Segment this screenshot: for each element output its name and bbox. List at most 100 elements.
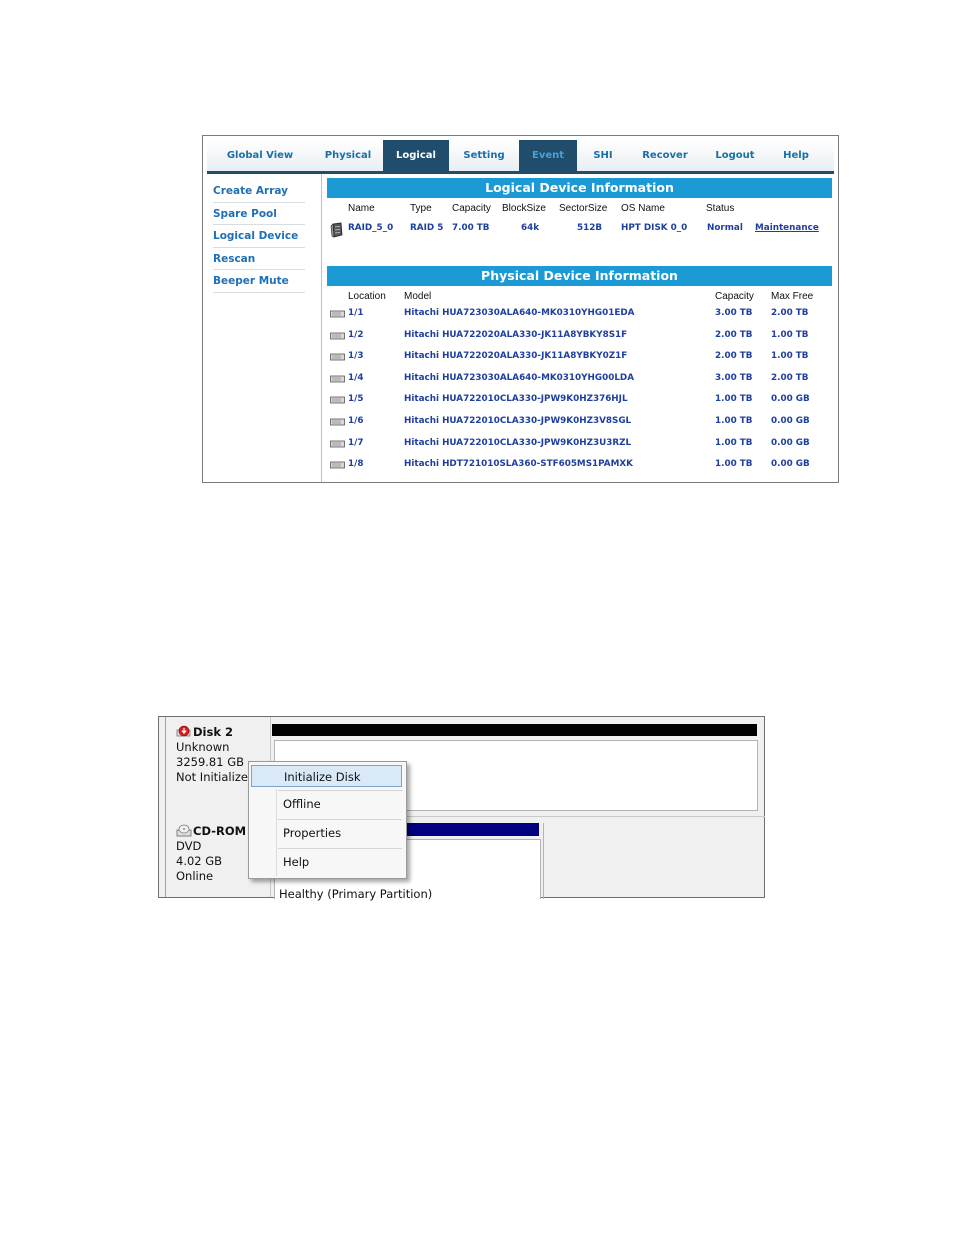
tab-global-view[interactable]: Global View [207, 140, 313, 171]
disk-management-screenshot: Disk 2 Unknown 3259.81 GB Not Initialize… [158, 716, 765, 901]
hard-disk-icon [330, 396, 345, 404]
col-status: Status [706, 203, 735, 214]
logical-capacity: 7.00 TB [452, 223, 490, 233]
pd-max-free: 1.00 TB [771, 329, 809, 340]
pd-max-free: 0.00 GB [771, 416, 810, 426]
pd-capacity: 3.00 TB [715, 308, 753, 318]
pd-capacity: 3.00 TB [715, 372, 753, 383]
col-type: Type [410, 203, 432, 214]
col-model: Model [404, 291, 432, 302]
pd-max-free: 0.00 GB [771, 394, 810, 405]
hard-disk-icon [330, 418, 345, 426]
pd-max-free: 2.00 TB [771, 372, 809, 383]
col-max-free: Max Free [771, 291, 814, 302]
col-pd-capacity: Capacity [715, 291, 754, 302]
menu-item-initialize-disk[interactable]: Initialize Disk [251, 765, 402, 787]
pd-location: 1/3 [348, 351, 364, 362]
context-menu: Initialize Disk Offline Properties Help [248, 761, 407, 879]
sidebar-item-create-array[interactable]: Create Array [213, 180, 305, 203]
pd-max-free: 2.00 TB [771, 308, 809, 318]
pd-model: Hitachi HUA722020ALA330-JK11A8YBKY8S1F [404, 329, 628, 340]
pd-capacity: 2.00 TB [715, 329, 753, 340]
col-os-name: OS Name [621, 203, 665, 214]
tab-recover[interactable]: Recover [629, 140, 701, 171]
sidebar-item-spare-pool[interactable]: Spare Pool [213, 203, 305, 225]
tab-setting[interactable]: Setting [449, 140, 519, 171]
pd-model: Hitachi HUA723030ALA640-MK0310YHG00LDA [404, 372, 635, 383]
disk2-type: Unknown [176, 740, 230, 754]
logical-os-name: HPT DISK 0_0 [621, 223, 688, 233]
col-location: Location [348, 291, 386, 302]
hard-disk-icon [330, 353, 345, 361]
logical-status: Normal [707, 223, 743, 233]
table-row[interactable]: 1/3 Hitachi HUA722020ALA330-JK11A8YBKY0Z1… [203, 351, 840, 373]
sidebar-item-rescan[interactable]: Rescan [213, 248, 305, 270]
pd-max-free: 0.00 GB [771, 437, 810, 448]
menu-divider [278, 819, 402, 820]
pd-location: 1/6 [348, 416, 364, 426]
logical-type: RAID 5 [410, 223, 444, 233]
pd-model: Hitachi HUA722020ALA330-JK11A8YBKY0Z1F [404, 351, 628, 362]
pd-model: Hitachi HUA723030ALA640-MK0310YHG01EDA [404, 308, 635, 318]
raid-manager-screenshot: Global View Physical Logical Setting Eve… [202, 135, 839, 483]
sidebar-item-beeper-mute[interactable]: Beeper Mute [213, 270, 305, 293]
table-row[interactable]: 1/2 Hitachi HUA722020ALA330-JK11A8YBKY8S1… [203, 330, 840, 352]
raid-array-icon [330, 222, 343, 238]
pd-location: 1/1 [348, 308, 364, 318]
pd-capacity: 1.00 TB [715, 416, 753, 426]
menu-item-properties[interactable]: Properties [251, 822, 402, 844]
maintenance-link[interactable]: Maintenance [755, 223, 819, 233]
menu-divider [278, 848, 402, 849]
tab-logical[interactable]: Logical [383, 140, 449, 171]
pd-model: Hitachi HUA722010CLA330-JPW9K0HZ3U3RZL [404, 437, 632, 448]
disk2-unallocated-bar [272, 724, 757, 736]
logical-device-header: Logical Device Information [327, 178, 832, 198]
table-row[interactable]: 1/7 Hitachi HUA722010CLA330-JPW9K0HZ3U3RZ… [203, 438, 840, 460]
hard-disk-icon [330, 332, 345, 339]
physical-device-header: Physical Device Information [327, 266, 832, 286]
col-blocksize: BlockSize [502, 203, 546, 214]
col-name: Name [348, 203, 375, 214]
table-row[interactable]: 1/8 Hitachi HDT721010SLA360-STF605MS1PAMX… [203, 459, 840, 481]
volume-status-text: Healthy (Primary Partition) [279, 887, 433, 901]
menu-divider [278, 790, 402, 791]
pd-location: 1/8 [348, 459, 364, 470]
hard-disk-icon [330, 310, 345, 318]
tab-help[interactable]: Help [769, 140, 823, 171]
tab-physical[interactable]: Physical [313, 140, 383, 171]
hard-disk-icon [330, 375, 345, 383]
pd-max-free: 1.00 TB [771, 351, 809, 362]
hard-disk-icon [330, 440, 345, 447]
table-row[interactable]: 1/6 Hitachi HUA722010CLA330-JPW9K0HZ3V8SG… [203, 416, 840, 438]
pd-capacity: 2.00 TB [715, 351, 753, 362]
table-row[interactable]: 1/4 Hitachi HUA723030ALA640-MK0310YHG00LD… [203, 373, 840, 395]
pd-location: 1/7 [348, 437, 364, 448]
table-row[interactable]: 1/5 Hitachi HUA722010CLA330-JPW9K0HZ376HJ… [203, 394, 840, 416]
col-capacity: Capacity [452, 203, 491, 214]
pd-location: 1/2 [348, 329, 364, 340]
tab-logout[interactable]: Logout [701, 140, 769, 171]
pd-location: 1/5 [348, 394, 364, 405]
logical-name: RAID_5_0 [348, 223, 394, 233]
pd-model: Hitachi HUA722010CLA330-JPW9K0HZ376HJL [404, 394, 628, 405]
logical-sectorsize: 512B [577, 223, 603, 233]
hard-disk-icon [330, 461, 345, 469]
disk-warning-icon [176, 725, 191, 737]
pd-capacity: 1.00 TB [715, 459, 753, 470]
empty-volume-area [543, 823, 765, 899]
menu-item-help[interactable]: Help [251, 851, 402, 873]
sidebar-item-logical-device[interactable]: Logical Device [213, 225, 305, 248]
pd-model: Hitachi HUA722010CLA330-JPW9K0HZ3V8SGL [404, 416, 632, 426]
pd-capacity: 1.00 TB [715, 437, 753, 448]
tab-event[interactable]: Event [519, 140, 577, 171]
tab-shi[interactable]: SHI [577, 140, 629, 171]
col-sectorsize: SectorSize [559, 203, 608, 214]
pd-model: Hitachi HDT721010SLA360-STF605MS1PAMXK [404, 459, 633, 470]
menu-item-offline[interactable]: Offline [251, 793, 402, 815]
pd-max-free: 0.00 GB [771, 459, 810, 470]
pd-location: 1/4 [348, 372, 364, 383]
logical-blocksize: 64k [521, 223, 540, 233]
top-nav-tabs: Global View Physical Logical Setting Eve… [207, 140, 834, 174]
pd-capacity: 1.00 TB [715, 394, 753, 405]
table-row[interactable]: 1/1 Hitachi HUA723030ALA640-MK0310YHG01ED… [203, 308, 840, 330]
